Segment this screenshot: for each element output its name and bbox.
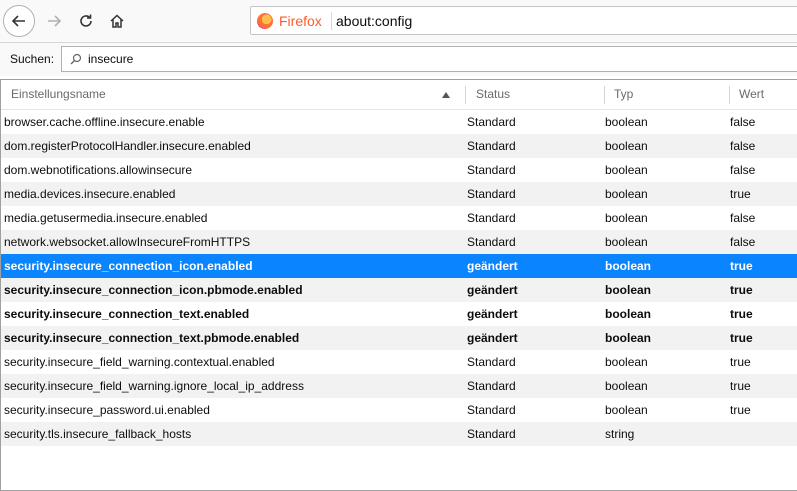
forward-arrow-icon: [48, 15, 62, 27]
pref-name-cell: browser.cache.offline.insecure.enable: [4, 115, 205, 129]
pref-type-cell: boolean: [605, 307, 652, 321]
pref-status-cell: Standard: [467, 139, 516, 153]
table-row[interactable]: security.tls.insecure_fallback_hosts Stan…: [1, 422, 797, 446]
pref-name-cell: security.tls.insecure_fallback_hosts: [4, 427, 192, 441]
pref-name-cell: media.devices.insecure.enabled: [4, 187, 176, 201]
pref-type-cell: boolean: [605, 331, 652, 345]
pref-name-cell: media.getusermedia.insecure.enabled: [4, 211, 208, 225]
pref-value-cell: true: [730, 259, 753, 273]
back-arrow-icon: [11, 15, 25, 27]
sort-ascending-icon: [442, 92, 450, 98]
pref-type-cell: boolean: [605, 283, 652, 297]
identity-box[interactable]: Firefox: [257, 12, 332, 30]
pref-status-cell: geändert: [467, 331, 518, 345]
pref-status-cell: Standard: [467, 379, 516, 393]
pref-type-cell: string: [605, 427, 635, 441]
pref-type-cell: boolean: [605, 355, 648, 369]
column-header-status[interactable]: Status: [476, 80, 510, 109]
identity-separator: [330, 12, 332, 30]
column-header-type[interactable]: Typ: [614, 80, 633, 109]
pref-value-cell: true: [730, 187, 751, 201]
back-button[interactable]: [3, 5, 35, 37]
pref-value-cell: true: [730, 331, 753, 345]
navigation-toolbar: Firefox about:config: [0, 0, 797, 43]
pref-value-cell: false: [730, 115, 756, 129]
pref-status-cell: Standard: [467, 163, 516, 177]
home-button[interactable]: [101, 5, 133, 37]
table-row[interactable]: browser.cache.offline.insecure.enable Sta…: [1, 110, 797, 134]
pref-value-cell: false: [730, 139, 756, 153]
pref-type-cell: boolean: [605, 115, 648, 129]
pref-type-cell: boolean: [605, 259, 652, 273]
pref-status-cell: geändert: [467, 259, 518, 273]
pref-value-cell: false: [730, 235, 756, 249]
table-row[interactable]: security.insecure_connection_text.pbmode…: [1, 326, 797, 350]
url-text[interactable]: about:config: [336, 13, 412, 29]
forward-button[interactable]: [38, 5, 70, 37]
pref-type-cell: boolean: [605, 163, 648, 177]
pref-status-cell: Standard: [467, 115, 516, 129]
search-value[interactable]: insecure: [88, 52, 133, 66]
pref-name-cell: security.insecure_connection_text.enable…: [4, 307, 250, 321]
pref-status-cell: geändert: [467, 307, 518, 321]
column-header-name[interactable]: Einstellungsname: [11, 80, 106, 109]
table-row[interactable]: media.getusermedia.insecure.enabled Stand…: [1, 206, 797, 230]
pref-type-cell: boolean: [605, 403, 648, 417]
pref-status-cell: Standard: [467, 403, 516, 417]
pref-name-cell: security.insecure_connection_icon.pbmode…: [4, 283, 303, 297]
table-row[interactable]: security.insecure_connection_icon.pbmode…: [1, 278, 797, 302]
pref-value-cell: false: [730, 211, 756, 225]
pref-type-cell: boolean: [605, 235, 648, 249]
reload-icon: [80, 14, 92, 27]
table-header: Einstellungsname Status Typ Wert: [1, 80, 797, 110]
pref-value-cell: true: [730, 379, 751, 393]
pref-name-cell: security.insecure_connection_icon.enable…: [4, 259, 253, 273]
pref-value-cell: true: [730, 403, 751, 417]
table-row[interactable]: network.websocket.allowInsecureFromHTTPS…: [1, 230, 797, 254]
pref-type-cell: boolean: [605, 187, 648, 201]
preferences-table: Einstellungsname Status Typ Wert browser…: [0, 79, 797, 491]
table-row[interactable]: security.insecure_connection_icon.enable…: [1, 254, 797, 278]
pref-type-cell: boolean: [605, 211, 648, 225]
table-row[interactable]: dom.registerProtocolHandler.insecure.ena…: [1, 134, 797, 158]
table-row[interactable]: security.insecure_field_warning.contextu…: [1, 350, 797, 374]
pref-name-cell: security.insecure_field_warning.contextu…: [4, 355, 275, 369]
table-row[interactable]: security.insecure_password.ui.enabled Sta…: [1, 398, 797, 422]
pref-type-cell: boolean: [605, 139, 648, 153]
pref-status-cell: Standard: [467, 187, 516, 201]
pref-status-cell: Standard: [467, 211, 516, 225]
table-row[interactable]: security.insecure_connection_text.enable…: [1, 302, 797, 326]
pref-value-cell: true: [730, 307, 753, 321]
column-divider[interactable]: [465, 86, 466, 104]
search-icon: [70, 53, 82, 65]
table-row[interactable]: dom.webnotifications.allowinsecure Standa…: [1, 158, 797, 182]
reload-button[interactable]: [70, 5, 102, 37]
pref-value-cell: true: [730, 283, 753, 297]
pref-name-cell: dom.registerProtocolHandler.insecure.ena…: [4, 139, 251, 153]
column-divider[interactable]: [604, 86, 605, 104]
pref-name-cell: security.insecure_field_warning.ignore_l…: [4, 379, 304, 393]
home-icon: [110, 14, 124, 28]
column-divider[interactable]: [729, 86, 730, 104]
identity-label: Firefox: [279, 13, 322, 29]
pref-value-cell: true: [730, 355, 751, 369]
search-row: Suchen: insecure: [0, 43, 797, 76]
pref-value-cell: false: [730, 163, 756, 177]
search-input[interactable]: insecure: [61, 46, 797, 72]
pref-status-cell: geändert: [467, 283, 518, 297]
table-row[interactable]: media.devices.insecure.enabled Standard bo…: [1, 182, 797, 206]
search-label: Suchen:: [10, 52, 55, 66]
pref-status-cell: Standard: [467, 355, 516, 369]
pref-name-cell: dom.webnotifications.allowinsecure: [4, 163, 193, 177]
pref-type-cell: boolean: [605, 379, 648, 393]
pref-name-cell: security.insecure_password.ui.enabled: [4, 403, 210, 417]
pref-status-cell: Standard: [467, 427, 516, 441]
firefox-logo-icon: [257, 13, 273, 29]
column-header-value[interactable]: Wert: [739, 80, 764, 109]
pref-name-cell: security.insecure_connection_text.pbmode…: [4, 331, 300, 345]
table-row[interactable]: security.insecure_field_warning.ignore_l…: [1, 374, 797, 398]
pref-status-cell: Standard: [467, 235, 516, 249]
url-bar[interactable]: Firefox about:config: [250, 6, 797, 35]
pref-name-cell: network.websocket.allowInsecureFromHTTPS: [4, 235, 251, 249]
